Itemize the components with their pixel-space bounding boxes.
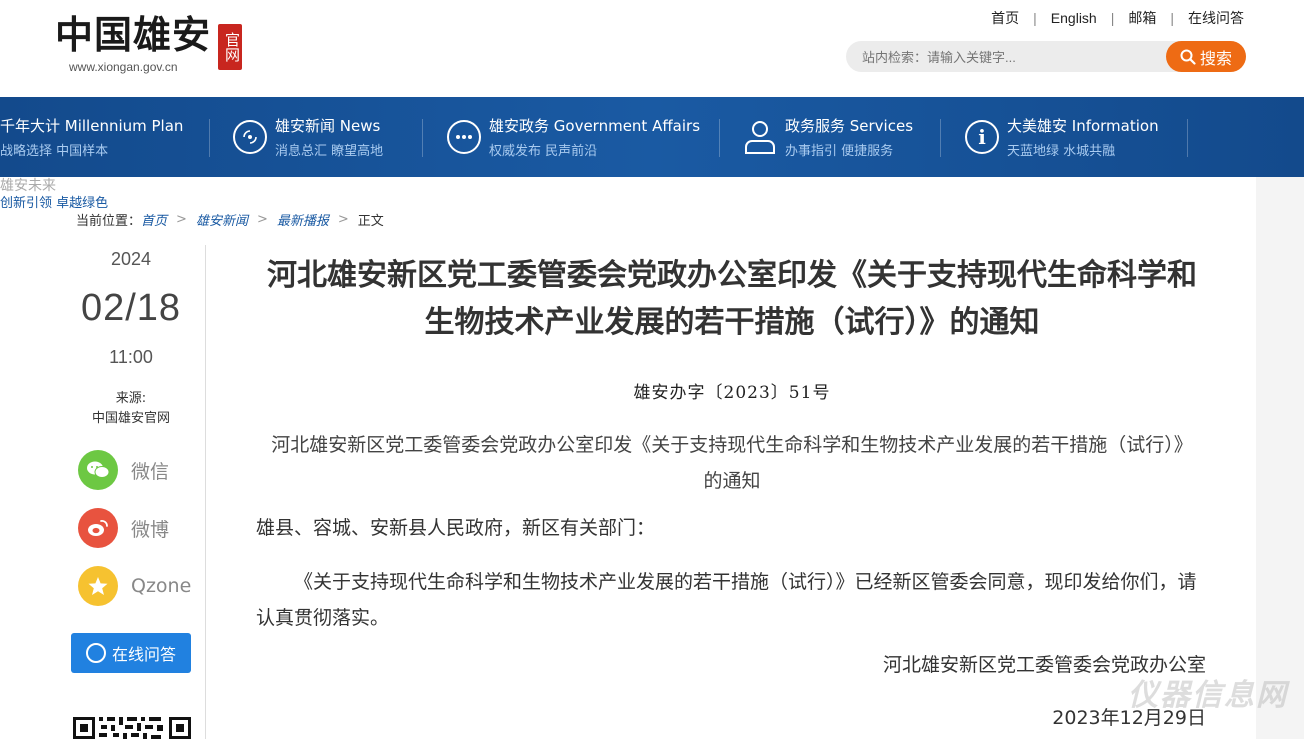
nav-divider — [1187, 119, 1188, 157]
nav-overflow-title: 雄安未来 — [0, 178, 56, 194]
logo-url: www.xiongan.gov.cn — [69, 60, 178, 74]
article-body: 《关于支持现代生命科学和生物技术产业发展的若干措施（试行）》已经新区管委会同意，… — [256, 571, 1197, 629]
share-qzone[interactable]: Qzone — [78, 566, 191, 606]
document-number: 雄安办字〔2023〕51号 — [633, 383, 831, 403]
top-link-online-qa[interactable]: 在线问答 — [1174, 8, 1244, 28]
main-nav: 千年大计 Millennium Plan 战略选择 中国样本 雄安新闻 News… — [0, 97, 1304, 177]
article-addressee: 雄县、容城、安新县人民政府，新区有关部门： — [256, 517, 656, 539]
logo-seal: 官网 — [218, 24, 242, 70]
nav-item-information[interactable]: i 大美雄安 Information 天蓝地绿 水城共融 — [965, 97, 1159, 177]
nav-item-millennium-plan[interactable]: 千年大计 Millennium Plan 战略选择 中国样本 — [0, 97, 183, 177]
site-search: 搜索 — [846, 41, 1246, 72]
nav-divider — [940, 119, 941, 157]
nav-item-news[interactable]: 雄安新闻 News 消息总汇 瞭望高地 — [233, 97, 383, 177]
breadcrumb-current: 正文 — [357, 214, 384, 229]
publish-year: 2024 — [110, 249, 152, 269]
nav-item-sub: 权威发布 民声前沿 — [489, 144, 598, 159]
top-link-mail[interactable]: 邮箱 — [1114, 8, 1170, 28]
nav-divider — [422, 119, 423, 157]
chat-icon — [447, 120, 481, 154]
source-label: 来源: — [115, 391, 147, 406]
qa-icon — [85, 643, 106, 663]
watermark: 仪器信息网 — [1128, 678, 1288, 713]
share-wechat-label: 微信 — [131, 460, 170, 483]
nav-item-sub: 战略选择 中国样本 — [0, 144, 109, 159]
search-button[interactable]: 搜索 — [1166, 41, 1246, 72]
source-value: 中国雄安官网 — [91, 411, 170, 426]
online-qa-button[interactable]: 在线问答 — [71, 633, 191, 673]
article-subtitle: 河北雄安新区党工委管委会党政办公室印发《关于支持现代生命科学和生物技术产业发展的… — [271, 434, 1193, 492]
breadcrumb-label: 当前位置： — [76, 214, 142, 229]
breadcrumb-separator: > — [256, 212, 268, 227]
breadcrumb: 当前位置： 首页 > 雄安新闻 > 最新播报 > 正文 — [76, 210, 384, 229]
nav-item-sub: 办事指引 便捷服务 — [785, 144, 894, 159]
qzone-icon — [78, 566, 118, 606]
search-input[interactable] — [862, 47, 1152, 67]
site-header: 中国雄安 官网 www.xiongan.gov.cn 首页 | English … — [0, 0, 1304, 97]
nav-item-title: 千年大计 Millennium Plan — [0, 117, 184, 135]
page-background — [1256, 177, 1304, 739]
share-wechat[interactable]: 微信 — [78, 450, 169, 490]
info-icon: i — [965, 120, 999, 154]
wechat-icon — [78, 450, 118, 490]
nav-item-title: 政务服务 Services — [785, 117, 914, 135]
user-icon — [743, 120, 777, 154]
share-weibo[interactable]: 微博 — [78, 508, 169, 548]
nav-item-government-affairs[interactable]: 雄安政务 Government Affairs 权威发布 民声前沿 — [447, 97, 700, 177]
logo-text: 中国雄安 — [55, 12, 212, 57]
nav-divider — [209, 119, 210, 157]
nav-item-title: 雄安政务 Government Affairs — [489, 117, 701, 135]
share-weibo-label: 微博 — [131, 518, 170, 541]
top-links: 首页 | English | 邮箱 | 在线问答 — [977, 8, 1244, 28]
breadcrumb-separator: > — [176, 212, 187, 227]
news-icon — [233, 120, 267, 154]
breadcrumb-separator: > — [337, 212, 349, 227]
search-button-label: 搜索 — [1199, 48, 1232, 68]
breadcrumb-news[interactable]: 雄安新闻 — [196, 210, 248, 229]
top-link-english[interactable]: English — [1037, 10, 1111, 26]
breadcrumb-home[interactable]: 首页 — [141, 210, 167, 229]
breadcrumb-latest[interactable]: 最新播报 — [277, 210, 329, 229]
search-icon — [1180, 49, 1196, 65]
qr-code — [73, 713, 191, 739]
nav-item-title: 大美雄安 Information — [1007, 117, 1159, 135]
nav-divider — [719, 119, 720, 157]
publish-date: 02/18 — [80, 287, 182, 329]
site-logo[interactable]: 中国雄安 官网 www.xiongan.gov.cn — [55, 12, 255, 76]
article-sidebar: 2024 02/18 11:00 来源: 中国雄安官网 微信 微博 Qzone … — [56, 245, 206, 739]
top-link-home[interactable]: 首页 — [977, 8, 1033, 28]
online-qa-label: 在线问答 — [111, 645, 176, 664]
nav-item-services[interactable]: 政务服务 Services 办事指引 便捷服务 — [743, 97, 913, 177]
nav-item-sub: 消息总汇 瞭望高地 — [275, 144, 384, 159]
weibo-icon — [78, 508, 118, 548]
nav-item-title: 雄安新闻 News — [275, 117, 381, 135]
nav-overflow-item[interactable]: 雄安未来 创新引领 卓越绿色 — [0, 178, 108, 212]
publish-time: 11:00 — [109, 347, 153, 367]
share-qzone-label: Qzone — [131, 575, 192, 597]
nav-item-sub: 天蓝地绿 水城共融 — [1007, 144, 1116, 159]
article-title: 河北雄安新区党工委管委会党政办公室印发《关于支持现代生命科学和生物技术产业发展的… — [267, 258, 1197, 340]
